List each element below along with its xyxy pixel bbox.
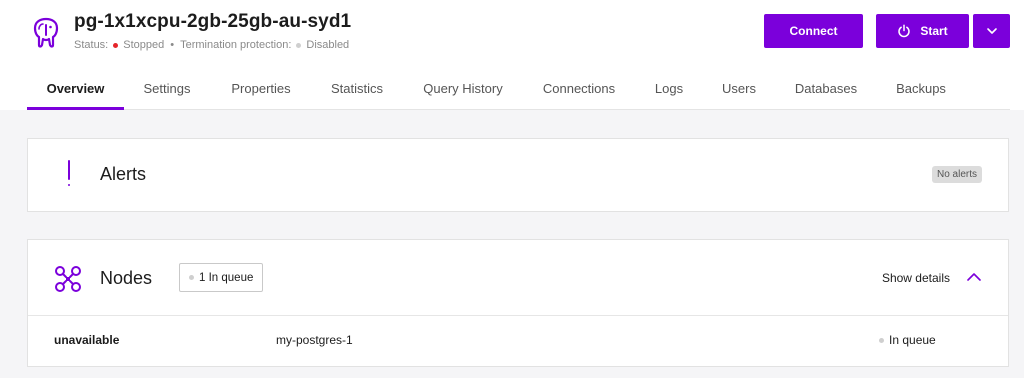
chevron-down-icon	[986, 28, 997, 34]
page-header: pg-1x1xcpu-2gb-25gb-au-syd1 Status: Stop…	[0, 0, 1024, 110]
status-dot	[113, 42, 119, 48]
chevron-up-icon[interactable]	[967, 270, 981, 284]
nodes-card: Nodes 1 In queue Show details unavailabl…	[27, 239, 1009, 367]
tab-connections[interactable]: Connections	[537, 67, 621, 110]
connect-button[interactable]: Connect	[764, 14, 863, 48]
node-status: unavailable	[54, 333, 120, 347]
termination-dot	[296, 42, 302, 48]
nodes-network-icon	[55, 266, 81, 292]
status-line: Status: Stopped • Termination protection…	[74, 39, 349, 51]
power-icon	[898, 24, 911, 38]
tab-divider	[27, 109, 1010, 110]
no-alerts-badge: No alerts	[931, 166, 982, 183]
table-row: unavailable my-postgres-1 In queue	[28, 316, 1008, 366]
show-details-link[interactable]: Show details	[882, 271, 950, 285]
tab-properties[interactable]: Properties	[226, 67, 296, 110]
separator-dot: •	[170, 39, 175, 51]
postgresql-elephant-icon	[33, 17, 59, 48]
more-actions-button[interactable]	[973, 14, 1010, 48]
tab-overview[interactable]: Overview	[27, 67, 124, 110]
node-state: In queue	[879, 333, 936, 347]
tab-logs[interactable]: Logs	[652, 67, 686, 110]
start-button-label: Start	[920, 24, 948, 38]
node-state-dot	[879, 337, 884, 343]
tab-statistics[interactable]: Statistics	[327, 67, 387, 110]
start-button[interactable]: Start	[876, 14, 969, 48]
alerts-card: Alerts No alerts	[27, 138, 1009, 212]
active-tab-indicator	[27, 107, 124, 110]
tab-users[interactable]: Users	[718, 67, 760, 110]
connect-button-label: Connect	[789, 24, 838, 38]
node-name: my-postgres-1	[276, 333, 353, 347]
queue-status-dot	[189, 275, 194, 280]
queue-count-label: 1 In queue	[199, 271, 254, 284]
status-value: Stopped	[123, 39, 165, 51]
alerts-title: Alerts	[100, 164, 147, 184]
termination-label: Termination protection:	[180, 39, 292, 51]
node-state-label: In queue	[889, 333, 936, 347]
tab-backups[interactable]: Backups	[891, 67, 951, 110]
termination-value: Disabled	[306, 39, 350, 51]
exclamation-icon	[68, 160, 70, 180]
nodes-title: Nodes	[100, 268, 153, 288]
status-label: Status:	[74, 39, 109, 51]
exclamation-icon-dot	[68, 184, 70, 186]
tab-bar: Overview Settings Properties Statistics …	[0, 67, 1024, 110]
tab-databases[interactable]: Databases	[791, 67, 861, 110]
tab-query-history[interactable]: Query History	[418, 67, 508, 110]
tab-settings[interactable]: Settings	[140, 67, 194, 110]
queue-count-badge: 1 In queue	[179, 263, 264, 292]
page-title: pg-1x1xcpu-2gb-25gb-au-syd1	[74, 11, 352, 32]
